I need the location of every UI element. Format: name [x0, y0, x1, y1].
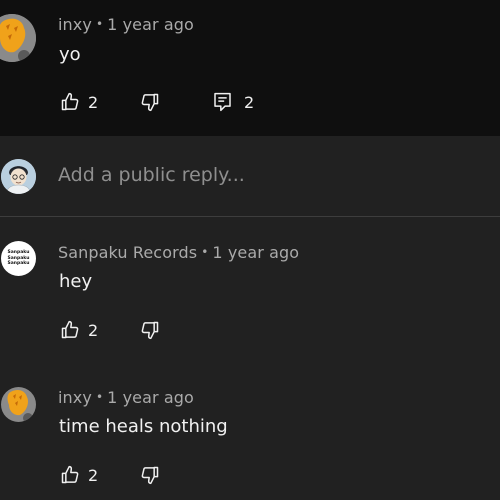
thumbs-down-icon [141, 93, 159, 112]
user-avatar [1, 159, 36, 194]
avatar[interactable] [1, 387, 36, 422]
dislike-button[interactable] [140, 465, 160, 485]
separator-dot: • [201, 245, 209, 259]
comment-meta: inxy • 1 year ago [58, 15, 194, 34]
like-button[interactable]: 2 [60, 320, 98, 340]
author-name[interactable]: Sanpaku Records [58, 243, 197, 262]
separator-dot: • [95, 17, 104, 31]
sanpaku-logo: Sanpaku Sanpaku Sanpaku [1, 241, 36, 276]
timestamp[interactable]: 1 year ago [212, 243, 299, 262]
thumbs-up-icon [61, 465, 79, 484]
reply-count: 2 [244, 92, 255, 112]
thumbs-down-icon [141, 321, 159, 340]
like-count: 2 [88, 92, 99, 112]
avatar[interactable] [0, 14, 36, 62]
avatar[interactable]: Sanpaku Sanpaku Sanpaku [1, 241, 36, 276]
comment-icon [214, 92, 231, 112]
timestamp[interactable]: 1 year ago [107, 15, 194, 34]
reply-input[interactable]: Add a public reply... [58, 164, 245, 186]
like-count: 2 [88, 465, 99, 485]
separator-dot: • [95, 390, 104, 404]
comment-meta: Sanpaku Records • 1 year ago [58, 243, 299, 262]
author-name[interactable]: inxy [58, 388, 92, 407]
like-button[interactable]: 2 [60, 465, 98, 485]
thumbs-down-icon [141, 466, 159, 485]
author-name[interactable]: inxy [58, 15, 92, 34]
comment-text: hey [59, 271, 93, 292]
thumbs-up-icon [61, 320, 79, 339]
comment-meta: inxy • 1 year ago [58, 388, 194, 407]
divider [0, 216, 500, 217]
timestamp[interactable]: 1 year ago [107, 388, 194, 407]
comment-text: time heals nothing [59, 416, 228, 437]
like-count: 2 [88, 320, 99, 340]
comment-text: yo [59, 44, 81, 65]
dislike-button[interactable] [140, 92, 160, 112]
like-button[interactable]: 2 [60, 92, 98, 112]
dislike-button[interactable] [140, 320, 160, 340]
thumbs-up-icon [61, 92, 79, 111]
parent-comment: inxy • 1 year ago yo 2 2 [0, 0, 500, 136]
replies-button[interactable]: 2 [213, 92, 254, 112]
